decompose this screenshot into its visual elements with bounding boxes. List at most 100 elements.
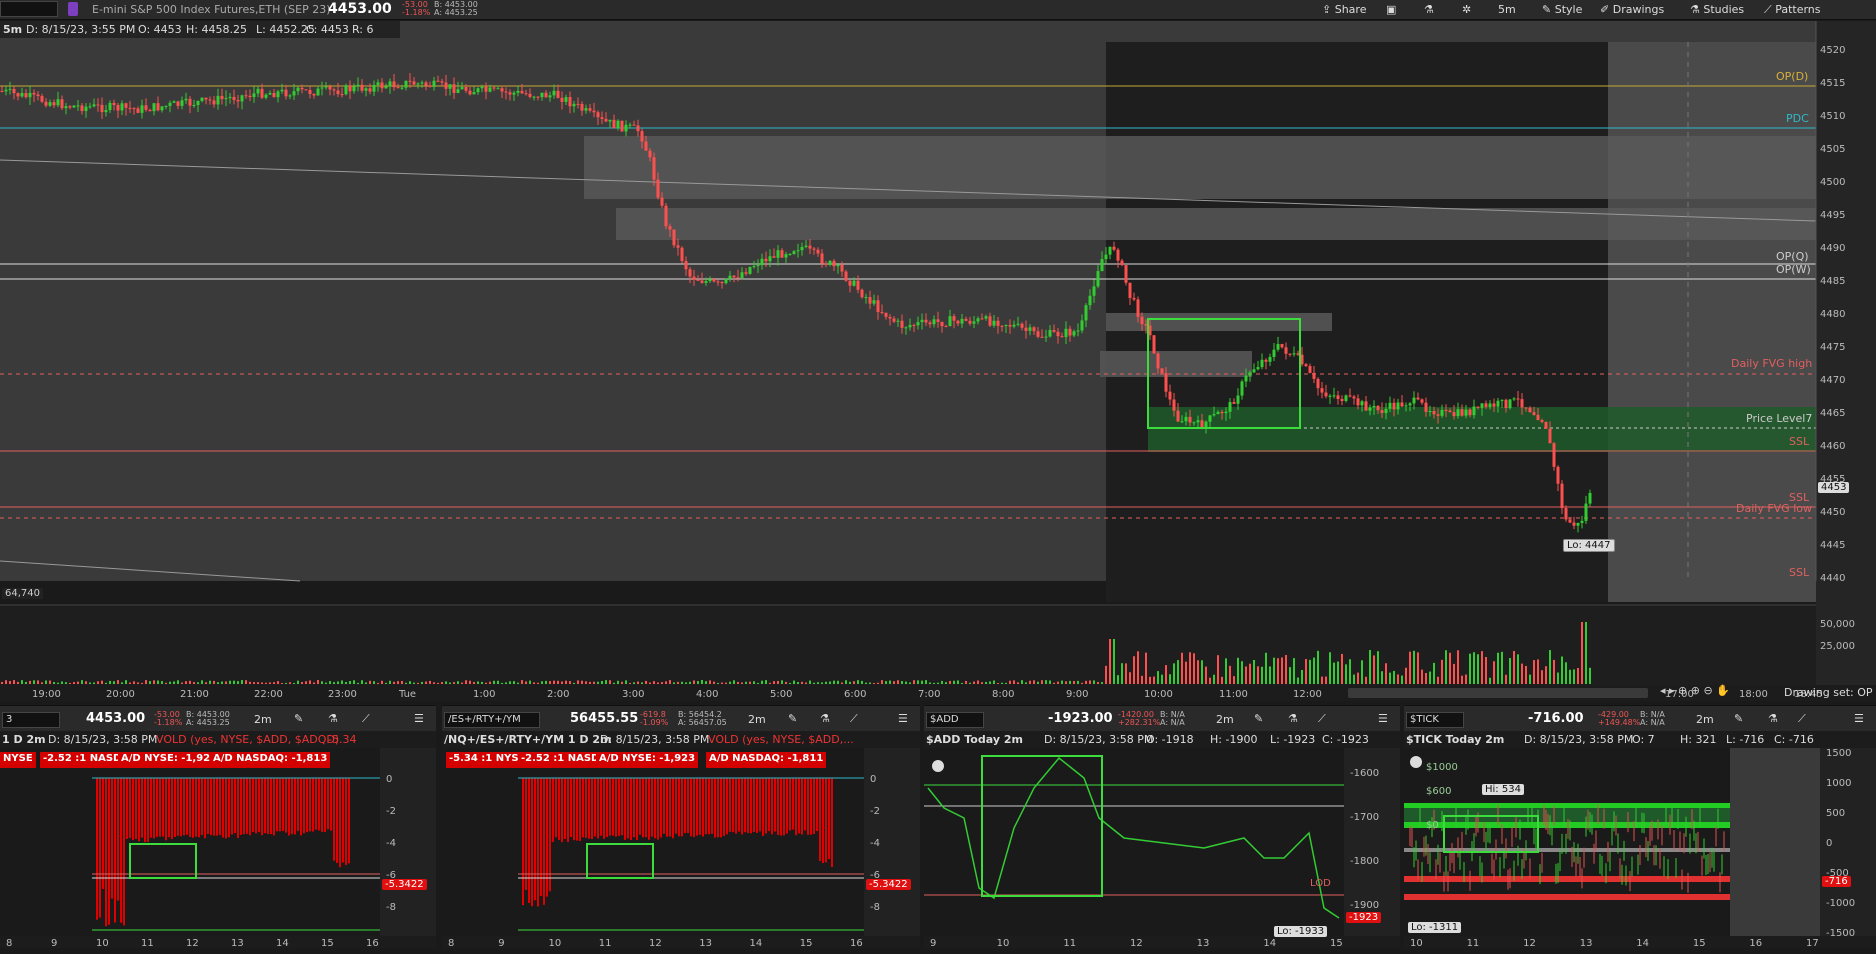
panel-drawing-icon[interactable]: ⟋	[850, 712, 858, 726]
time-tick-label: 9:00	[1066, 689, 1088, 700]
chart-nav-icons[interactable]: ◂ ▸ ⊕ ⊕ ⊖ ✋	[1660, 684, 1730, 697]
candle-body	[1464, 409, 1468, 416]
volume-bar	[369, 680, 371, 684]
histogram-bar	[591, 778, 593, 839]
volume-bar	[949, 680, 951, 684]
candle-body	[572, 103, 576, 107]
candle-body	[1516, 398, 1520, 400]
histogram-bar	[537, 778, 539, 907]
candle-body	[636, 125, 640, 132]
volume-bar	[929, 682, 931, 684]
panel-chart[interactable]: 0-2-4-6-88 9 10 11 12 13 14 15 16	[442, 748, 920, 948]
volume-bar	[1221, 676, 1223, 684]
panel-menu-icon[interactable]: ☰	[1378, 712, 1388, 725]
panel-drawing-icon[interactable]: ⟋	[362, 712, 370, 726]
zone-4	[1100, 351, 1252, 377]
candle-body	[480, 86, 484, 89]
main-price-chart[interactable]: 19:00 20:00 21:00 22:00 23:00 Tue 1:00 2:00 3:00…	[0, 21, 1876, 701]
candle-body	[4, 89, 8, 92]
panel-style-icon[interactable]: ✎	[1254, 712, 1263, 725]
volume-bar	[1029, 680, 1031, 684]
price-tick-label: 4485	[1820, 276, 1845, 287]
panel-time-axis-bg	[442, 936, 920, 948]
histogram-bar	[276, 778, 278, 832]
snapshot-icon[interactable]: ▣	[1386, 3, 1396, 16]
candle-body	[1228, 402, 1232, 412]
panel-timeframe-button[interactable]: 2m	[254, 713, 272, 726]
volume-bar	[137, 682, 139, 684]
candle-body	[788, 253, 792, 255]
share-button[interactable]: ⇪ Share	[1322, 3, 1366, 16]
panel-flask-icon[interactable]: ⚗	[328, 712, 338, 725]
candle-body	[268, 92, 272, 95]
drawing-set-label[interactable]: Drawing set: OP	[1784, 686, 1873, 699]
panel-chart[interactable]: 0-2-4-6-88 9 10 11 12 13 14 15 16	[0, 748, 436, 948]
flask-icon[interactable]: ⚗	[1424, 3, 1434, 16]
volume-bar	[25, 681, 27, 684]
panel-style-icon[interactable]: ✎	[294, 712, 303, 725]
candle-body	[1404, 405, 1408, 407]
horizontal-scrollbar[interactable]	[1348, 688, 1648, 698]
candle-body	[1268, 356, 1272, 362]
panel-chart[interactable]: 150010005000-500-1000-150010 11 12 13 14 15 16…	[1404, 748, 1876, 948]
volume-bar	[1317, 650, 1319, 684]
alert-icon[interactable]	[932, 760, 944, 772]
volume-bar	[561, 681, 563, 684]
histogram-bar	[171, 778, 173, 840]
panel-flask-icon[interactable]: ⚗	[1288, 712, 1298, 725]
candle-body	[276, 91, 280, 98]
candle-body	[988, 316, 992, 326]
alert-icon[interactable]	[1410, 756, 1422, 768]
candle-body	[256, 88, 260, 94]
time-tick-label: 20:00	[106, 689, 135, 700]
panel-drawing-icon[interactable]: ⟋	[1798, 712, 1806, 726]
panel-drawing-icon[interactable]: ⟋	[1318, 712, 1326, 726]
volume-bar	[357, 682, 359, 684]
style-button[interactable]: ✎ Style	[1542, 3, 1582, 16]
panel-symbol-field[interactable]: $TICK	[1406, 712, 1464, 728]
histogram-bar	[534, 778, 536, 901]
candle-body	[448, 84, 452, 89]
histogram-bar	[108, 778, 110, 925]
panel-time-label: 12	[1130, 938, 1143, 948]
symbol-selector[interactable]	[0, 1, 58, 17]
candle-body	[644, 141, 648, 151]
volume-bar	[1273, 657, 1275, 684]
panel-flask-icon[interactable]: ⚗	[820, 712, 830, 725]
panel-chart[interactable]: -1600 -1700 -1800 -1900 9 10 11 12 13 14 15	[924, 748, 1400, 948]
panel-style-icon[interactable]: ✎	[1734, 712, 1743, 725]
panel-time-label: 13	[1580, 938, 1593, 948]
time-tick-label: 1:00	[473, 689, 495, 700]
drawings-button[interactable]: ✐ Drawings	[1600, 3, 1664, 16]
volume-bar	[1049, 680, 1051, 684]
candle-body	[964, 318, 968, 321]
panel-flask-icon[interactable]: ⚗	[1768, 712, 1778, 725]
panel-menu-icon[interactable]: ☰	[898, 712, 908, 725]
patterns-button[interactable]: ⟋ Patterns	[1764, 3, 1821, 17]
panel-symbol-field[interactable]: 3	[2, 712, 60, 728]
volume-bar	[349, 681, 351, 684]
candle-body	[676, 245, 680, 248]
volume-bar	[97, 681, 99, 684]
supply-zone-2	[616, 208, 1816, 240]
candle-body	[320, 87, 324, 89]
panel-timeframe-button[interactable]: 2m	[1696, 713, 1714, 726]
studies-button[interactable]: ⚗ Studies	[1690, 3, 1744, 16]
candle-body	[856, 280, 860, 290]
candle-body	[808, 245, 812, 249]
candle-body	[1236, 395, 1240, 404]
histogram-bar	[189, 778, 191, 837]
link-icon[interactable]	[68, 2, 78, 16]
panel-timeframe-button[interactable]: 2m	[1216, 713, 1234, 726]
timeframe-button[interactable]: 5m	[1498, 3, 1516, 16]
volume-bar	[1069, 680, 1071, 684]
price-tick-label: 4440	[1820, 573, 1845, 584]
gear-icon[interactable]: ✲	[1462, 3, 1471, 16]
candle-body	[420, 82, 424, 84]
panel-symbol-field[interactable]: $ADD	[926, 712, 984, 728]
panel-timeframe-button[interactable]: 2m	[748, 713, 766, 726]
panel-style-icon[interactable]: ✎	[788, 712, 797, 725]
panel-menu-icon[interactable]: ☰	[1854, 712, 1864, 725]
panel-menu-icon[interactable]: ☰	[414, 712, 424, 725]
panel-symbol-field[interactable]: /ES+/RTY+/YM	[444, 712, 540, 728]
